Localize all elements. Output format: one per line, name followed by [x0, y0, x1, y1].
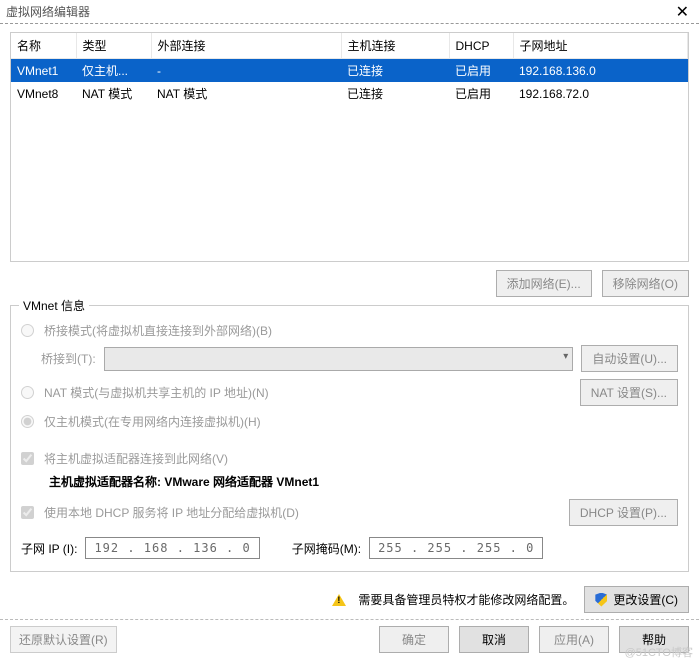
auto-settings-button[interactable]: 自动设置(U)...	[581, 345, 678, 372]
admin-warning-text: 需要具备管理员特权才能修改网络配置。	[358, 591, 574, 608]
cell-host: 已连接	[341, 82, 449, 105]
nat-radio[interactable]	[21, 386, 34, 399]
ok-button[interactable]: 确定	[379, 626, 449, 653]
cell-ext: -	[151, 59, 341, 83]
col-name[interactable]: 名称	[11, 33, 76, 59]
cell-ext: NAT 模式	[151, 82, 341, 105]
connect-host-checkbox[interactable]	[21, 452, 34, 465]
vmnet-info-group: VMnet 信息 桥接模式(将虚拟机直接连接到外部网络)(B) 桥接到(T): …	[10, 305, 689, 572]
cell-type: 仅主机...	[76, 59, 151, 83]
col-type[interactable]: 类型	[76, 33, 151, 59]
cell-subnet: 192.168.136.0	[513, 59, 688, 83]
change-settings-button[interactable]: 更改设置(C)	[584, 586, 689, 613]
col-host[interactable]: 主机连接	[341, 33, 449, 59]
dhcp-settings-button[interactable]: DHCP 设置(P)...	[569, 499, 678, 526]
table-header-row: 名称 类型 外部连接 主机连接 DHCP 子网地址	[11, 33, 688, 59]
vmnet-info-legend: VMnet 信息	[19, 297, 89, 314]
adapter-name-label: 主机虚拟适配器名称:	[49, 475, 161, 489]
cancel-button[interactable]: 取消	[459, 626, 529, 653]
remove-network-button[interactable]: 移除网络(O)	[602, 270, 689, 297]
table-row[interactable]: VMnet1 仅主机... - 已连接 已启用 192.168.136.0	[11, 59, 688, 83]
cell-name: VMnet8	[11, 82, 76, 105]
restore-defaults-button[interactable]: 还原默认设置(R)	[10, 626, 117, 653]
table-row[interactable]: VMnet8 NAT 模式 NAT 模式 已连接 已启用 192.168.72.…	[11, 82, 688, 105]
cell-host: 已连接	[341, 59, 449, 83]
bridge-to-combo[interactable]: ▾	[104, 347, 574, 371]
shield-icon	[595, 593, 607, 607]
cell-name: VMnet1	[11, 59, 76, 83]
cell-subnet: 192.168.72.0	[513, 82, 688, 105]
adapter-name-value: VMware 网络适配器 VMnet1	[164, 475, 319, 489]
cell-dhcp: 已启用	[449, 82, 513, 105]
connect-host-label: 将主机虚拟适配器连接到此网络(V)	[44, 450, 228, 467]
bridge-to-label: 桥接到(T):	[41, 350, 96, 367]
nat-radio-label: NAT 模式(与虚拟机共享主机的 IP 地址)(N)	[44, 384, 269, 401]
subnet-ip-label: 子网 IP (I):	[21, 540, 77, 557]
chevron-down-icon: ▾	[563, 351, 568, 362]
col-subnet[interactable]: 子网地址	[513, 33, 688, 59]
watermark: @51CTO博客	[625, 644, 693, 660]
hostonly-radio-label: 仅主机模式(在专用网络内连接虚拟机)(H)	[44, 413, 261, 430]
col-dhcp[interactable]: DHCP	[449, 33, 513, 59]
cell-type: NAT 模式	[76, 82, 151, 105]
add-network-button[interactable]: 添加网络(E)...	[496, 270, 592, 297]
subnet-mask-field[interactable]: 255 . 255 . 255 . 0	[369, 537, 543, 559]
bridge-radio-label: 桥接模式(将虚拟机直接连接到外部网络)(B)	[44, 322, 272, 339]
hostonly-radio[interactable]	[21, 415, 34, 428]
cell-dhcp: 已启用	[449, 59, 513, 83]
warning-icon	[332, 594, 346, 606]
close-icon[interactable]: ✕	[672, 2, 693, 22]
window-title: 虚拟网络编辑器	[6, 3, 90, 20]
dhcp-check-label: 使用本地 DHCP 服务将 IP 地址分配给虚拟机(D)	[44, 504, 299, 521]
bridge-radio[interactable]	[21, 324, 34, 337]
network-table[interactable]: 名称 类型 外部连接 主机连接 DHCP 子网地址 VMnet1 仅主机... …	[10, 32, 689, 262]
change-settings-label: 更改设置(C)	[613, 591, 678, 608]
dhcp-checkbox[interactable]	[21, 506, 34, 519]
subnet-mask-label: 子网掩码(M):	[292, 540, 361, 557]
nat-settings-button[interactable]: NAT 设置(S)...	[580, 379, 678, 406]
apply-button[interactable]: 应用(A)	[539, 626, 609, 653]
col-ext[interactable]: 外部连接	[151, 33, 341, 59]
subnet-ip-field[interactable]: 192 . 168 . 136 . 0	[85, 537, 259, 559]
